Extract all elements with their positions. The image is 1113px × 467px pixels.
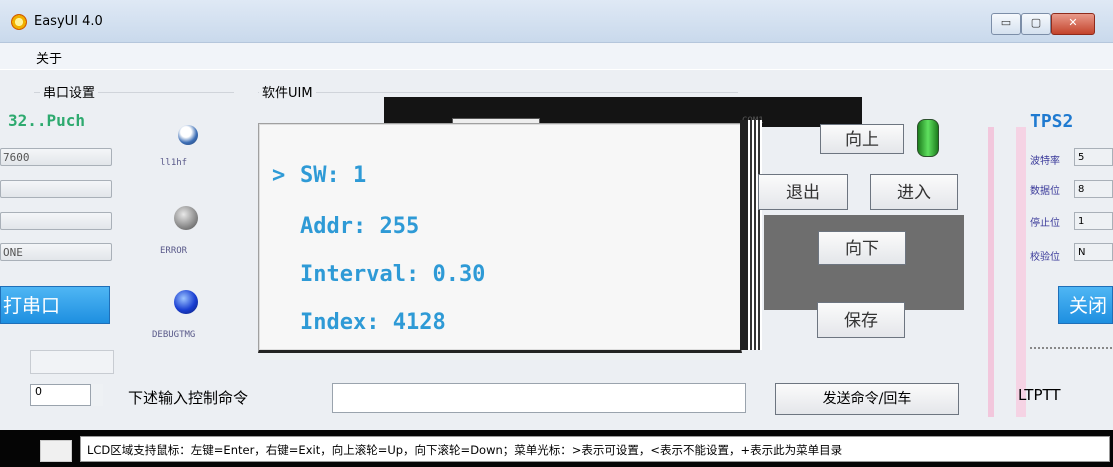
spin-arrows[interactable] <box>90 384 103 406</box>
menu-bar <box>0 43 1113 69</box>
lcd-line-index: Index: 4128 <box>300 310 446 335</box>
exit-button[interactable]: 退出 <box>758 174 848 210</box>
lcd-side-strip <box>748 120 762 350</box>
command-input[interactable] <box>332 383 746 413</box>
menu-item-about[interactable]: 关于 <box>36 48 62 67</box>
window-title: EasyUI 4.0 <box>34 14 103 29</box>
right-baud-label: 波特率 <box>1030 156 1060 167</box>
command-label: 下述输入控制命令 <box>128 389 249 407</box>
level-bar-1 <box>988 127 994 417</box>
lcd-line-addr: Addr: 255 <box>300 214 420 239</box>
close-window-button[interactable]: ✕ <box>1051 13 1095 35</box>
stop-bits-select[interactable] <box>0 212 112 230</box>
baud-rate-select[interactable]: 7600 <box>0 148 112 166</box>
minimize-button[interactable]: ▭ <box>991 13 1021 35</box>
close-port-button[interactable]: 关闭 <box>1058 286 1113 324</box>
led-label-2: ERROR <box>160 246 188 256</box>
up-button[interactable]: 向上 <box>820 124 904 154</box>
right-parity-select[interactable]: N <box>1074 243 1113 261</box>
parity-select[interactable]: ONE <box>0 243 112 261</box>
group-serial-settings: 串口设置 <box>40 82 99 101</box>
led-label-1: ll1hf <box>160 158 188 168</box>
right-parity-label: 校验位 <box>1030 252 1060 263</box>
dotted-divider <box>1030 347 1112 349</box>
status-led-icon <box>178 125 198 145</box>
tx-display <box>30 350 114 374</box>
right-stop-label: 停止位 <box>1030 218 1060 229</box>
resize-grip-icon[interactable] <box>40 440 72 462</box>
save-button[interactable]: 保存 <box>817 302 905 338</box>
left-title: 32..Puch <box>8 111 86 130</box>
right-command-label: LTPTT <box>1018 386 1061 404</box>
right-title: TPS2 <box>1030 111 1074 132</box>
title-bar <box>0 0 1113 43</box>
right-stop-select[interactable]: 1 <box>1074 212 1113 230</box>
maximize-button[interactable]: ▢ <box>1021 13 1051 35</box>
open-port-button[interactable]: 打串口 <box>0 286 110 324</box>
send-command-button[interactable]: 发送命令/回车 <box>775 383 959 415</box>
down-button[interactable]: 向下 <box>818 231 906 265</box>
level-bar-2 <box>1016 127 1026 417</box>
lcd-line-interval: Interval: 0.30 <box>300 262 486 287</box>
data-bits-select[interactable] <box>0 180 112 198</box>
group-software-uim: 软件UIM <box>259 82 316 101</box>
lcd-cursor: > <box>272 163 286 188</box>
right-data-label: 数据位 <box>1030 186 1060 197</box>
error-led-icon <box>174 206 198 230</box>
right-data-select[interactable]: 8 <box>1074 180 1113 198</box>
green-indicator-icon <box>917 119 939 157</box>
led-label-3: DEBUGTMG <box>152 330 196 340</box>
lcd-line-sw: SW: 1 <box>300 163 367 188</box>
app-icon <box>11 14 27 30</box>
enter-button[interactable]: 进入 <box>870 174 958 210</box>
status-text: LCD区域支持鼠标：左键=Enter，右键=Exit，向上滚轮=Up，向下滚轮=… <box>80 436 1110 462</box>
right-baud-select[interactable]: 5 <box>1074 148 1113 166</box>
debug-led-icon <box>174 290 198 314</box>
group-line-software <box>258 92 738 93</box>
